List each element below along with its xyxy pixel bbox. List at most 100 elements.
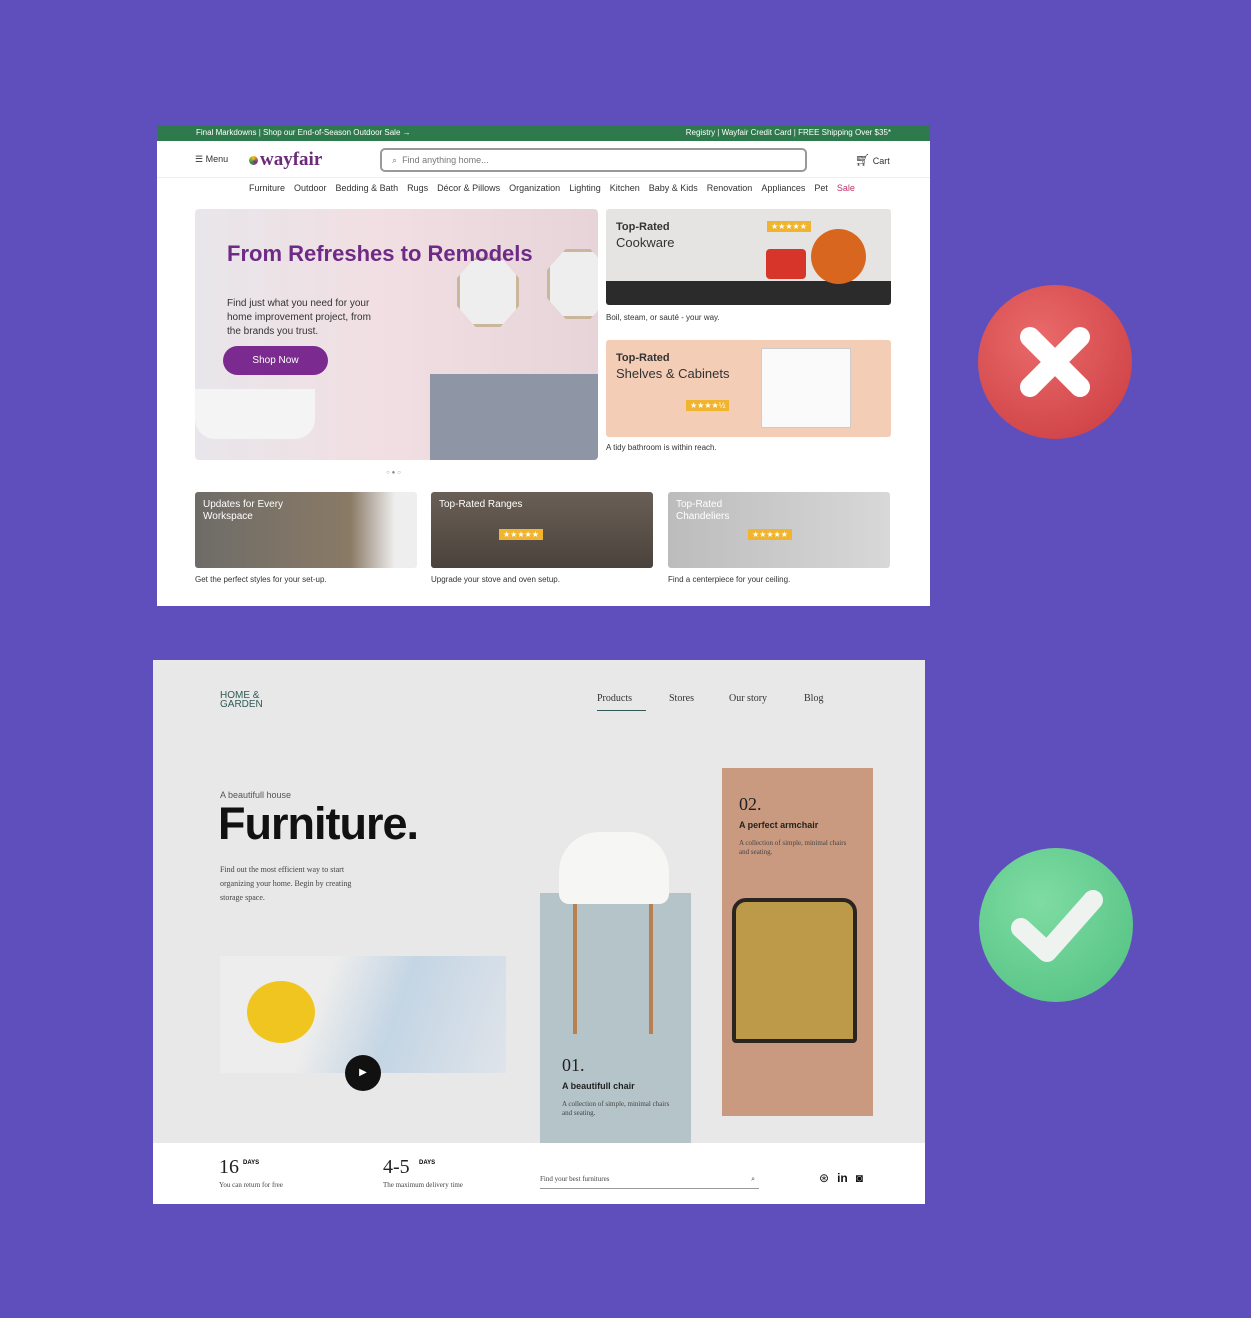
card-caption: Upgrade your stove and oven setup. bbox=[431, 575, 560, 584]
nav-our-story[interactable]: Our story bbox=[729, 693, 767, 704]
dribbble-icon[interactable]: ⊛ bbox=[819, 1171, 829, 1185]
product-number: 02. bbox=[739, 794, 762, 814]
card-title: Shelves & Cabinets bbox=[616, 366, 730, 381]
hero-intro: Find out the most efficient way to start… bbox=[220, 865, 352, 902]
play-button[interactable]: ▶ bbox=[345, 1055, 381, 1091]
promo-link[interactable]: Final Markdowns | Shop our End-of-Season… bbox=[196, 125, 411, 141]
pot-image bbox=[766, 249, 806, 279]
shelves-card[interactable]: Top-Rated Shelves & Cabinets ★★★★½ bbox=[606, 340, 891, 437]
nav-furniture[interactable]: Furniture bbox=[249, 183, 285, 193]
nav-rugs[interactable]: Rugs bbox=[407, 183, 428, 193]
vanity-image bbox=[430, 374, 598, 460]
card-caption: Find a centerpiece for your ceiling. bbox=[668, 575, 791, 584]
product-title: A perfect armchair bbox=[739, 820, 819, 830]
rating-stars: ★★★★½ bbox=[686, 400, 730, 411]
armchair-image bbox=[732, 898, 857, 1043]
nav-bedding-bath[interactable]: Bedding & Bath bbox=[336, 183, 399, 193]
workspace-card[interactable]: Updates for Every Workspace bbox=[195, 492, 417, 568]
search-placeholder: Find your best furnitures bbox=[540, 1175, 610, 1183]
nav-decor-pillows[interactable]: Décor & Pillows bbox=[437, 183, 500, 193]
search-input[interactable]: ⌕ Find anything home... bbox=[380, 148, 807, 172]
home-garden-logo[interactable]: HOME & GARDEN bbox=[220, 691, 270, 710]
bathtub-image bbox=[195, 389, 315, 439]
instagram-icon[interactable]: ◙ bbox=[856, 1171, 863, 1185]
card-title: Cookware bbox=[616, 235, 675, 250]
chair-legs-image bbox=[573, 904, 653, 1034]
cabinet-image bbox=[761, 348, 851, 428]
furniture-search-input[interactable]: Find your best furnitures ⌕ bbox=[540, 1175, 759, 1189]
wayfair-logo[interactable]: wayfair bbox=[249, 149, 322, 171]
nav-pet[interactable]: Pet bbox=[814, 183, 828, 193]
stat-value: 4-5 bbox=[383, 1156, 410, 1178]
wayfair-screenshot: Final Markdowns | Shop our End-of-Season… bbox=[157, 125, 930, 606]
footer-bar: 16 DAYS You can return for free 4-5 DAYS… bbox=[153, 1143, 925, 1204]
cart-icon: 🛒︎ bbox=[855, 153, 871, 167]
search-icon: ⌕ bbox=[392, 155, 398, 165]
card-title: Updates for Every Workspace bbox=[203, 499, 284, 522]
category-nav: Furniture Outdoor Bedding & Bath Rugs Dé… bbox=[249, 183, 855, 193]
x-circle-icon bbox=[978, 285, 1132, 439]
mirror-image bbox=[547, 249, 598, 319]
nav-lighting[interactable]: Lighting bbox=[569, 183, 601, 193]
hero-title: From Refreshes to Remodels bbox=[227, 241, 533, 266]
cart-label: Cart bbox=[872, 156, 890, 166]
product-desc: A collection of simple, minimal chairs a… bbox=[739, 839, 847, 856]
ranges-card[interactable]: Top-Rated Ranges ★★★★★ bbox=[431, 492, 653, 568]
promo-links-right[interactable]: Registry | Wayfair Credit Card | FREE Sh… bbox=[686, 125, 891, 141]
rating-stars: ★★★★★ bbox=[748, 529, 792, 540]
product-title: A beautifull chair bbox=[562, 1081, 635, 1091]
social-links: ⊛ in ◙ bbox=[819, 1171, 863, 1185]
chair-seat-image bbox=[559, 832, 669, 904]
linkedin-icon[interactable]: in bbox=[837, 1171, 848, 1185]
nav-products[interactable]: Products bbox=[597, 693, 646, 711]
shop-now-button[interactable]: Shop Now bbox=[223, 346, 328, 375]
nav-renovation[interactable]: Renovation bbox=[707, 183, 753, 193]
nav-baby-kids[interactable]: Baby & Kids bbox=[649, 183, 698, 193]
product-number: 01. bbox=[562, 1055, 585, 1075]
product-desc: A collection of simple, minimal chairs a… bbox=[562, 1100, 670, 1117]
hero-banner[interactable]: From Refreshes to Remodels Find just wha… bbox=[195, 209, 598, 460]
card-caption: Get the perfect styles for your set-up. bbox=[195, 575, 327, 584]
logo-mark-icon bbox=[249, 156, 258, 165]
lemon-shape bbox=[247, 981, 315, 1043]
cart-button[interactable]: 🛒︎ Cart bbox=[855, 153, 890, 167]
card-kicker: Top-Rated bbox=[616, 221, 670, 233]
menu-label: Menu bbox=[205, 154, 229, 164]
logo-text: wayfair bbox=[260, 149, 323, 170]
card-kicker: Top-Rated bbox=[616, 352, 670, 364]
cookware-card[interactable]: Top-Rated Cookware ★★★★★ bbox=[606, 209, 891, 305]
stat-value: 16 bbox=[219, 1156, 239, 1178]
nav-kitchen[interactable]: Kitchen bbox=[610, 183, 640, 193]
nav-appliances[interactable]: Appliances bbox=[761, 183, 805, 193]
rating-stars: ★★★★★ bbox=[767, 221, 811, 232]
stat-label: The maximum delivery time bbox=[383, 1181, 463, 1189]
card-caption: A tidy bathroom is within reach. bbox=[606, 443, 717, 452]
hamburger-icon: ☰ bbox=[195, 154, 204, 164]
search-icon: ⌕ bbox=[751, 1175, 755, 1183]
stat-label: You can return for free bbox=[219, 1181, 283, 1189]
card-title: Top-Rated Ranges bbox=[439, 499, 523, 510]
nav-organization[interactable]: Organization bbox=[509, 183, 560, 193]
product-card-2[interactable]: 02. A perfect armchair A collection of s… bbox=[722, 768, 873, 1116]
card-caption: Boil, steam, or sauté - your way. bbox=[606, 313, 720, 322]
pan-image bbox=[811, 229, 866, 284]
stat-unit: DAYS bbox=[419, 1160, 436, 1166]
card-title: Top-Rated Chandeliers bbox=[676, 499, 730, 522]
promo-bar: Final Markdowns | Shop our End-of-Season… bbox=[157, 125, 930, 141]
chandeliers-card[interactable]: Top-Rated Chandeliers ★★★★★ bbox=[668, 492, 890, 568]
mirror-image bbox=[457, 257, 519, 327]
menu-button[interactable]: ☰ Menu bbox=[195, 154, 228, 165]
nav-sale[interactable]: Sale bbox=[837, 183, 855, 193]
nav-blog[interactable]: Blog bbox=[804, 693, 823, 704]
play-icon: ▶ bbox=[359, 1067, 367, 1078]
check-circle-icon bbox=[979, 848, 1133, 1002]
stat-unit: DAYS bbox=[243, 1160, 260, 1166]
nav-stores[interactable]: Stores bbox=[669, 693, 694, 704]
hero-body: Find just what you need for your home im… bbox=[227, 298, 371, 337]
home-garden-screenshot: HOME & GARDEN Products Stores Our story … bbox=[153, 660, 925, 1204]
hero-title: Furniture. bbox=[218, 798, 419, 849]
nav-outdoor[interactable]: Outdoor bbox=[294, 183, 327, 193]
header: ☰ Menu wayfair ⌕ Find anything home... 🛒… bbox=[157, 141, 930, 178]
carousel-dots[interactable]: ○●○ bbox=[386, 470, 403, 476]
rating-stars: ★★★★★ bbox=[499, 529, 543, 540]
